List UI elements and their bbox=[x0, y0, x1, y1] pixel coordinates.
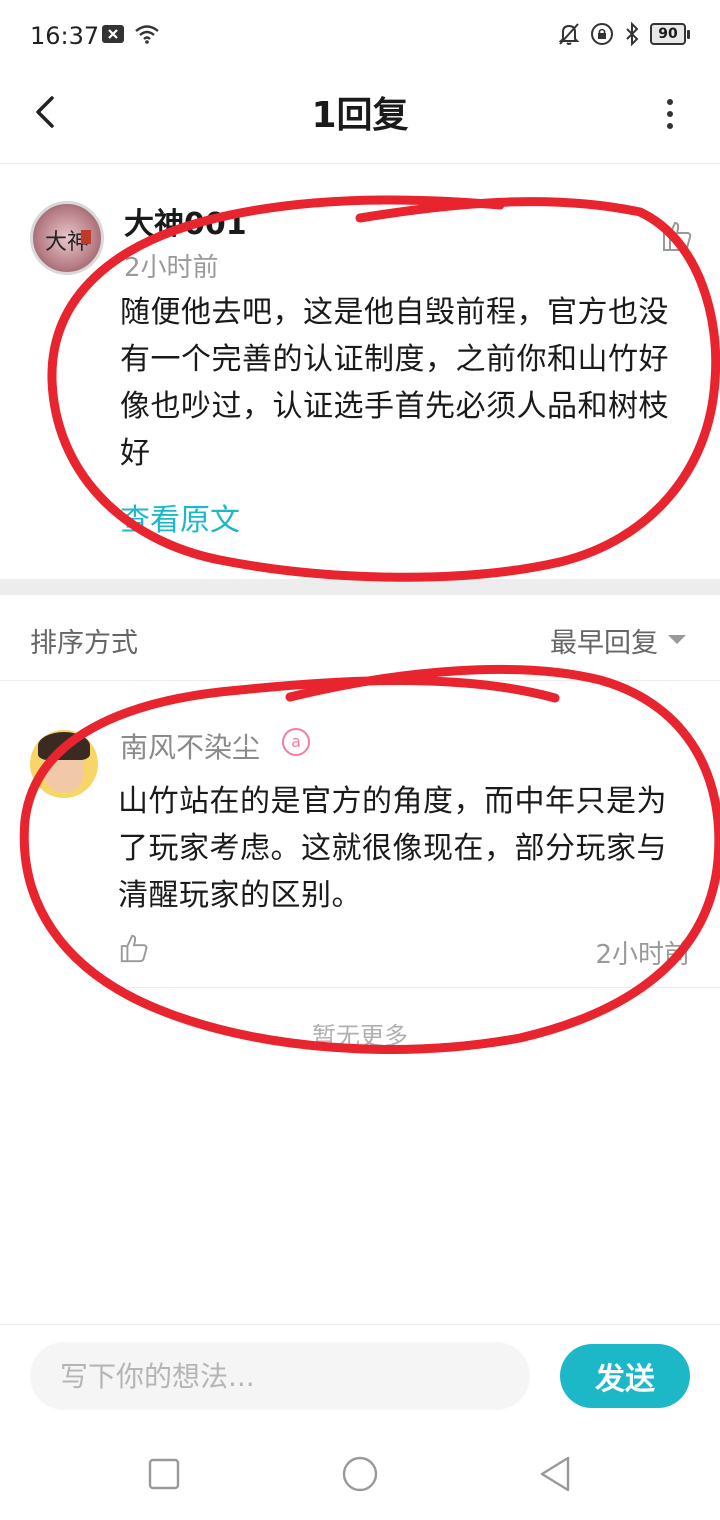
sort-row: 排序方式 最早回复 bbox=[0, 595, 720, 681]
header: 1回复 bbox=[0, 72, 720, 164]
user-level-badge: a bbox=[282, 728, 310, 756]
system-navigation bbox=[0, 1428, 720, 1520]
rotation-lock-icon bbox=[591, 23, 613, 45]
send-button[interactable]: 发送 bbox=[560, 1344, 690, 1408]
home-icon[interactable] bbox=[338, 1452, 382, 1496]
comment-input[interactable] bbox=[30, 1342, 530, 1410]
comment-input-bar: 发送 bbox=[0, 1324, 720, 1428]
view-original-link[interactable]: 查看原文 bbox=[120, 495, 240, 539]
battery-level: 90 bbox=[650, 23, 686, 45]
recent-apps-icon[interactable] bbox=[142, 1452, 186, 1496]
comment-time: 2小时前 bbox=[124, 253, 219, 283]
chevron-down-icon[interactable] bbox=[668, 635, 686, 644]
reply-item: 南风不染尘 a 山竹站在的是官方的角度，而中年只是为了玩家考虑。这就很像现在，部… bbox=[0, 682, 720, 988]
comment-username[interactable]: 大神001 bbox=[124, 199, 247, 243]
reply-time: 2小时前 bbox=[595, 940, 690, 970]
notification-x-icon bbox=[102, 25, 124, 43]
sort-label: 排序方式 bbox=[30, 628, 138, 659]
battery-icon: 90 bbox=[650, 23, 690, 45]
thumbs-up-icon[interactable] bbox=[118, 932, 150, 964]
avatar[interactable]: 大神 bbox=[30, 201, 104, 275]
avatar[interactable] bbox=[30, 730, 98, 798]
main-comment: 大神 大神001 2小时前 随便他去吧，这是他自毁前程，官方也没有一个完善的认证… bbox=[0, 165, 720, 579]
bluetooth-icon bbox=[626, 22, 639, 46]
wifi-icon bbox=[135, 25, 159, 44]
status-bar: 16:37 90 bbox=[0, 0, 720, 72]
back-triangle-icon[interactable] bbox=[534, 1452, 578, 1496]
status-time: 16:37 bbox=[30, 22, 100, 50]
thumbs-up-icon[interactable] bbox=[660, 219, 694, 253]
reply-username[interactable]: 南风不染尘 bbox=[120, 726, 260, 766]
mute-bell-icon bbox=[558, 23, 580, 45]
section-divider bbox=[0, 579, 720, 595]
reply-text: 山竹站在的是官方的角度，而中年只是为了玩家考虑。这就很像现在，部分玩家与清醒玩家… bbox=[118, 784, 667, 913]
comment-text: 随便他去吧，这是他自毁前程，官方也没有一个完善的认证制度，之前你和山竹好像也吵过… bbox=[120, 295, 669, 471]
sort-dropdown[interactable]: 最早回复 bbox=[550, 621, 658, 660]
more-vertical-icon[interactable] bbox=[660, 94, 680, 134]
page-title: 1回复 bbox=[311, 95, 409, 136]
no-more-text: 暂无更多 bbox=[312, 1022, 408, 1050]
